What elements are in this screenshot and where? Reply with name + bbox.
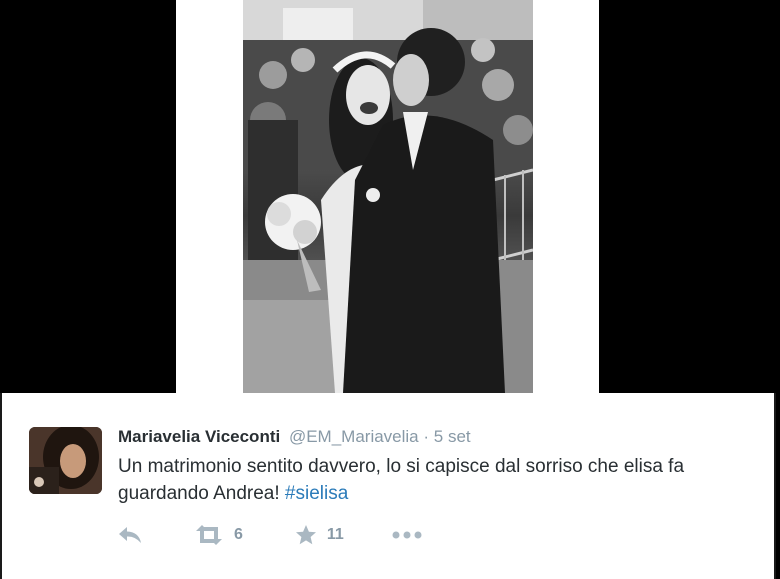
tweet-photo[interactable] <box>243 0 533 393</box>
tweet-timestamp[interactable]: 5 set <box>434 427 471 446</box>
avatar-image <box>29 427 102 494</box>
hashtag-link[interactable]: #sielisa <box>285 483 348 504</box>
media-region <box>0 0 780 393</box>
separator-dot: · <box>423 427 430 446</box>
star-icon <box>295 525 316 545</box>
tweet-body: Un matrimonio sentito davvero, lo si cap… <box>118 456 685 504</box>
tweet-header: Mariavelia Viceconti @EM_Mariavelia · 5 … <box>118 426 471 448</box>
author-name[interactable]: Mariavelia Viceconti <box>118 427 280 446</box>
avatar[interactable] <box>29 427 102 494</box>
reply-icon <box>119 527 141 543</box>
more-dots-icon <box>392 531 422 539</box>
favorite-button[interactable]: 11 <box>295 524 344 546</box>
tweet-card[interactable]: Mariavelia Viceconti @EM_Mariavelia · 5 … <box>0 393 776 579</box>
more-button[interactable] <box>392 531 422 539</box>
tweet-text: Un matrimonio sentito davvero, lo si cap… <box>118 453 768 507</box>
retweet-icon <box>196 525 222 545</box>
favorite-count: 11 <box>326 526 344 543</box>
retweet-button[interactable]: 6 <box>194 525 243 545</box>
retweet-count: 6 <box>234 526 243 543</box>
reply-button[interactable] <box>118 526 142 544</box>
wedding-photo-image <box>243 0 533 393</box>
tweet-actions: 6 11 <box>118 523 422 547</box>
author-handle[interactable]: @EM_Mariavelia <box>289 427 419 446</box>
